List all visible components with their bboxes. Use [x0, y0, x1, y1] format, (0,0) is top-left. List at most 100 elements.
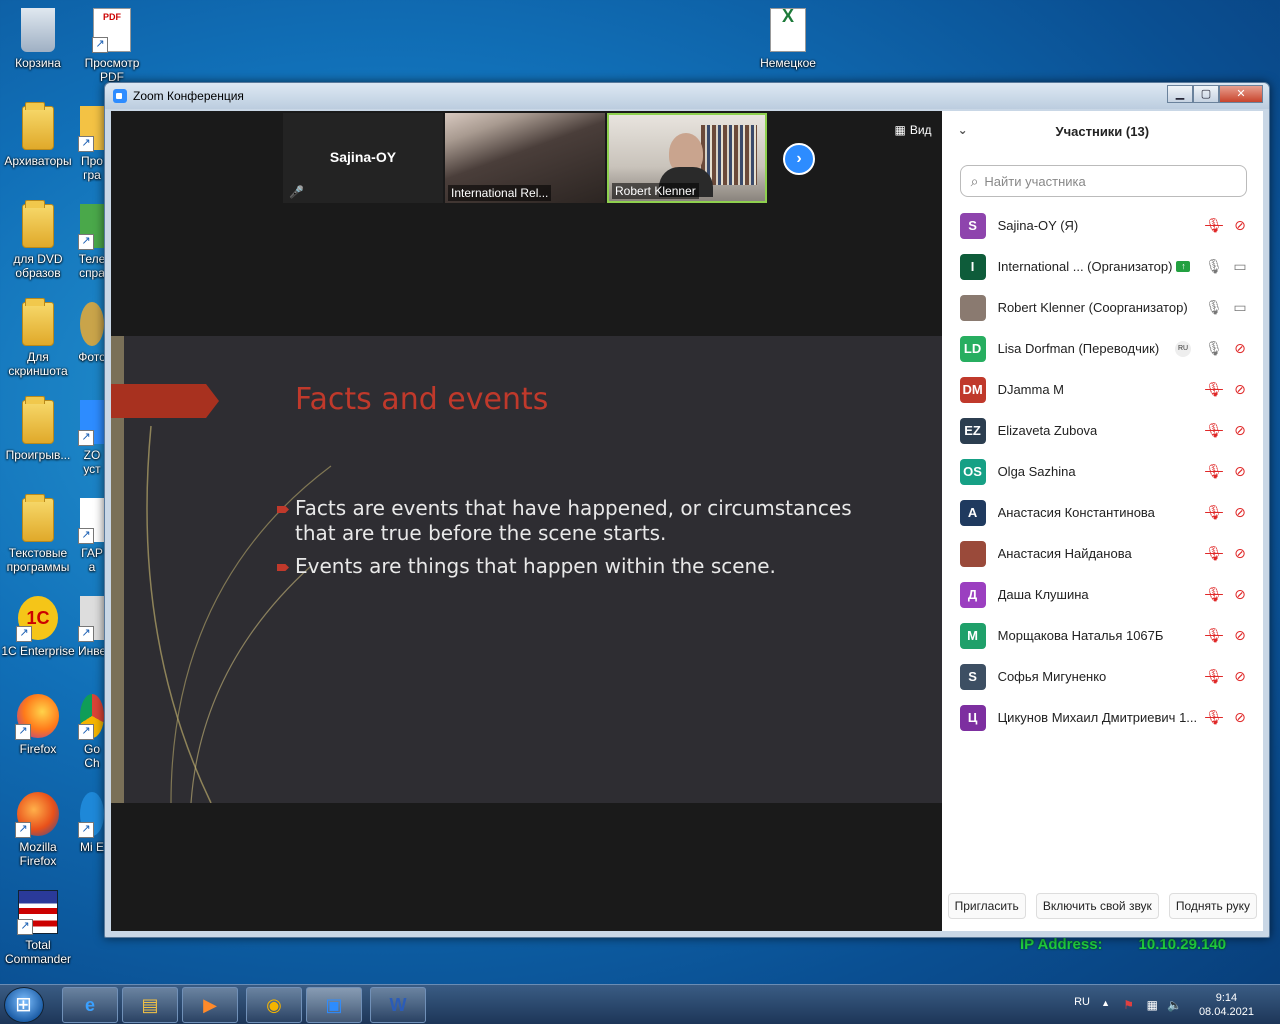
participant-row[interactable]: S Софья Мигуненко 🎙 ⊘ — [942, 656, 1263, 697]
participant-name: Olga Sazhina — [997, 464, 1076, 479]
microphone-icon[interactable]: 🎙 — [1205, 258, 1223, 275]
camera-off-icon[interactable]: ⊘ — [1231, 340, 1249, 357]
participant-row[interactable]: I International ... (Организатор) ↑ 🎙 ▭ — [942, 246, 1263, 287]
camera-off-icon[interactable]: ⊘ — [1231, 463, 1249, 480]
participant-row[interactable]: Анастасия Найданова 🎙 ⊘ — [942, 533, 1263, 574]
desktop-icon-players[interactable]: Проигрыв... — [0, 396, 76, 462]
minimize-button[interactable]: ▁ — [1167, 85, 1193, 103]
desktop-icon-partial-7[interactable]: Go Ch — [78, 694, 106, 770]
desktop-icon-label: ZO уст — [83, 448, 101, 476]
camera-off-icon[interactable]: ⊘ — [1231, 381, 1249, 398]
microphone-muted-icon[interactable]: 🎙 — [1205, 504, 1223, 521]
camera-off-icon[interactable]: ⊘ — [1231, 545, 1249, 562]
avatar: Д — [959, 581, 986, 608]
firefox-icon — [15, 792, 59, 838]
desktop-icon-label: Просмотр PDF — [84, 56, 140, 84]
microphone-muted-icon[interactable]: 🎙 — [1205, 422, 1223, 439]
taskbar-ie-button[interactable]: e — [62, 987, 118, 1023]
raise-hand-button[interactable]: Поднять руку — [1168, 893, 1257, 919]
desktop-icon-recycle-bin[interactable]: Корзина — [0, 8, 76, 70]
desktop-icon-label: ГАР а — [81, 546, 103, 574]
camera-off-icon[interactable]: ⊘ — [1231, 504, 1249, 521]
desktop-icon-archivers[interactable]: Архиваторы — [0, 102, 76, 168]
unmute-button[interactable]: Включить свой звук — [1035, 893, 1159, 919]
desktop-icon-partial-6[interactable]: Инве — [78, 596, 106, 658]
desktop-icon-firefox[interactable]: Firefox — [0, 694, 76, 756]
video-thumb-international[interactable]: International Rel... — [445, 113, 605, 203]
action-center-flag-icon[interactable]: ⚑ — [1123, 998, 1134, 1012]
desktop-icon-mozilla-firefox[interactable]: Mozilla Firefox — [0, 792, 76, 868]
excel-file-icon: X — [770, 8, 806, 52]
desktop-icon-text-programs[interactable]: Текстовые программы — [0, 494, 76, 574]
desktop-icon-partial-1[interactable]: Про гра — [78, 106, 106, 182]
window-titlebar[interactable]: Zoom Конференция ▁ ▢ ✕ — [105, 83, 1269, 109]
desktop-icon-partial-4[interactable]: ZO уст — [78, 400, 106, 476]
participant-row[interactable]: Д Даша Клушина 🎙 ⊘ — [942, 574, 1263, 615]
invite-button[interactable]: Пригласить — [947, 893, 1026, 919]
camera-icon[interactable]: ▭ — [1231, 299, 1249, 316]
participant-row[interactable]: А Анастасия Константинова 🎙 ⊘ — [942, 492, 1263, 533]
desktop-icon-label: Архиваторы — [4, 154, 72, 168]
language-indicator[interactable]: RU — [1074, 996, 1090, 1008]
desktop-icon-label: для DVD образов — [13, 252, 63, 280]
taskbar-explorer-button[interactable]: ▤ — [122, 987, 178, 1023]
desktop-icon-german[interactable]: X Немецкое — [750, 8, 826, 84]
camera-off-icon[interactable]: ⊘ — [1231, 709, 1249, 726]
desktop-icon-partial-8[interactable]: Mi E — [78, 792, 106, 854]
camera-icon[interactable]: ▭ — [1231, 258, 1249, 275]
maximize-button[interactable]: ▢ — [1193, 85, 1219, 103]
desktop-icon-partial-5[interactable]: ГАР а — [78, 498, 106, 574]
participant-video-person — [659, 133, 713, 197]
microphone-icon[interactable]: 🎙 — [1205, 340, 1223, 357]
slide-title-arrow — [111, 384, 219, 418]
microphone-icon[interactable]: 🎙 — [1205, 299, 1223, 316]
camera-off-icon[interactable]: ⊘ — [1231, 422, 1249, 439]
participant-row[interactable]: М Морщакова Наталья 1067Б 🎙 ⊘ — [942, 615, 1263, 656]
clock[interactable]: 9:14 08.04.2021 — [1199, 991, 1254, 1019]
next-page-arrow-icon[interactable]: › — [783, 143, 815, 175]
participant-row[interactable]: S Sajina-OY (Я) 🎙 ⊘ — [942, 205, 1263, 246]
video-thumb-robert-klenner[interactable]: Robert Klenner — [607, 113, 767, 203]
camera-off-icon[interactable]: ⊘ — [1231, 668, 1249, 685]
microphone-muted-icon[interactable]: 🎙 — [1205, 709, 1223, 726]
microphone-muted-icon[interactable]: 🎙 — [1205, 381, 1223, 398]
microphone-muted-icon[interactable]: 🎙 — [1205, 545, 1223, 562]
chevron-down-icon[interactable]: ⌄ — [958, 123, 968, 137]
ip-address-overlay: IP Address: 10.10.29.140 — [1020, 936, 1226, 953]
close-button[interactable]: ✕ — [1219, 85, 1263, 103]
desktop-icon-partial-2[interactable]: Теле спра — [78, 204, 106, 280]
participant-row[interactable]: OS Olga Sazhina 🎙 ⊘ — [942, 451, 1263, 492]
participant-row[interactable]: Ц Цикунов Михаил Дмитриевич 1... 🎙 ⊘ — [942, 697, 1263, 738]
microphone-muted-icon[interactable]: 🎙 — [1205, 217, 1223, 234]
camera-off-icon[interactable]: ⊘ — [1231, 217, 1249, 234]
participant-row[interactable]: Robert Klenner (Соорганизатор) 🎙 ▭ — [942, 287, 1263, 328]
taskbar-media-button[interactable]: ▶ — [182, 987, 238, 1023]
participant-status-icons: RU 🎙 ⊘ — [1175, 340, 1249, 357]
desktop-icon-1c[interactable]: 1C 1C Enterprise — [0, 596, 76, 658]
desktop-icon-dvd[interactable]: для DVD образов — [0, 200, 76, 280]
camera-off-icon[interactable]: ⊘ — [1231, 586, 1249, 603]
desktop-icon-total-commander[interactable]: Total Commander — [0, 890, 76, 966]
microphone-muted-icon[interactable]: 🎙 — [1205, 627, 1223, 644]
camera-off-icon[interactable]: ⊘ — [1231, 627, 1249, 644]
microphone-muted-icon[interactable]: 🎙 — [1205, 586, 1223, 603]
participant-row[interactable]: LD Lisa Dorfman (Переводчик) RU 🎙 ⊘ — [942, 328, 1263, 369]
taskbar-chrome-button[interactable]: ◉ — [246, 987, 302, 1023]
tray-expand-icon[interactable]: ▲ — [1101, 998, 1110, 1008]
start-button[interactable] — [4, 987, 44, 1023]
participant-search-input[interactable]: ⌕ Найти участника — [959, 165, 1247, 197]
microphone-muted-icon[interactable]: 🎙 — [1205, 463, 1223, 480]
microphone-muted-icon[interactable]: 🎙 — [1205, 668, 1223, 685]
view-button[interactable]: Вид — [895, 123, 932, 137]
participant-row[interactable]: EZ Elizaveta Zubova 🎙 ⊘ — [942, 410, 1263, 451]
video-thumb-self[interactable]: Sajina-OY 🎤 — [283, 113, 443, 203]
participant-name: Даша Клушина — [997, 587, 1089, 602]
volume-icon[interactable]: 🔈 — [1167, 998, 1182, 1012]
taskbar-word-button[interactable]: W — [370, 987, 426, 1023]
participant-row[interactable]: DM DJamma M 🎙 ⊘ — [942, 369, 1263, 410]
desktop-icon-screenshot[interactable]: Для скриншота — [0, 298, 76, 378]
network-icon[interactable]: ▦ — [1147, 998, 1158, 1012]
desktop-icon-pdf-viewer[interactable]: PDF Просмотр PDF — [74, 8, 150, 84]
taskbar-zoom-button[interactable]: ▣ — [306, 987, 362, 1023]
desktop-icon-partial-3[interactable]: Фото — [78, 302, 106, 364]
